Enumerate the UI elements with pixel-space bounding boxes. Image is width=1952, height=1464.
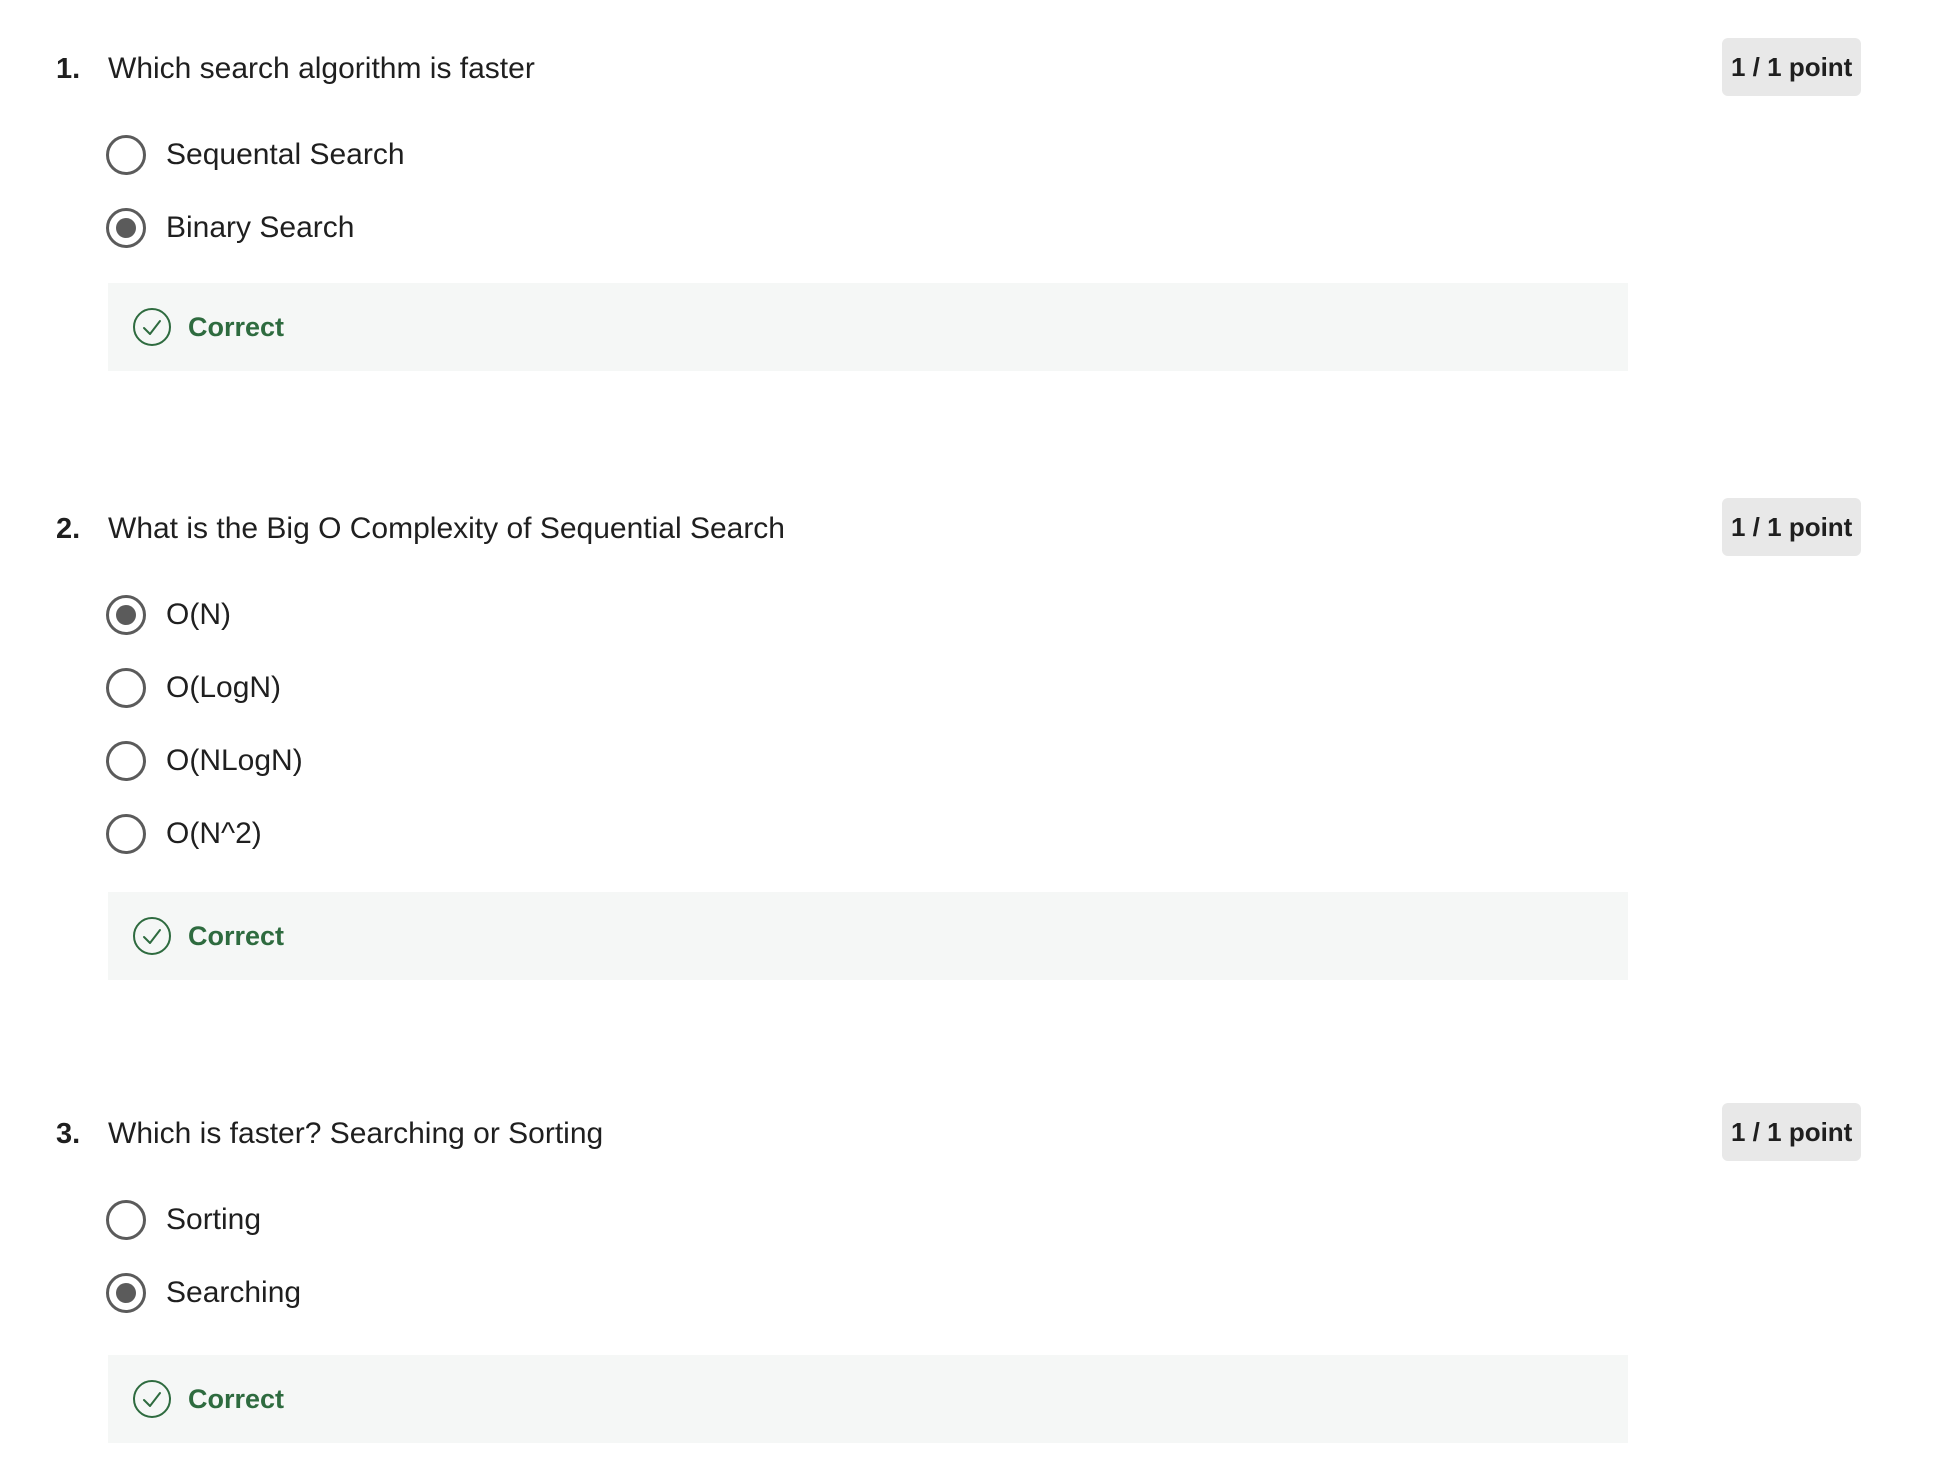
- option-label: O(LogN): [166, 670, 282, 704]
- quiz-results: 1. Which search algorithm is faster 1 / …: [0, 0, 1952, 1464]
- check-circle-icon: [133, 308, 171, 346]
- feedback-text: Correct: [188, 312, 285, 342]
- question-number: 2.: [56, 513, 81, 545]
- answer-option[interactable]: Sorting: [106, 1183, 301, 1256]
- check-circle-icon: [133, 917, 171, 955]
- radio-button[interactable]: [106, 667, 146, 708]
- answer-option[interactable]: O(N^2): [106, 797, 303, 870]
- radio-button-selected[interactable]: [106, 207, 146, 248]
- answer-options: O(N) O(LogN) O(NLogN) O(N^2): [106, 578, 303, 870]
- feedback-correct: Correct: [108, 283, 1628, 371]
- answer-option[interactable]: O(NLogN): [106, 724, 303, 797]
- answer-option[interactable]: Searching: [106, 1256, 301, 1329]
- answer-option[interactable]: O(N): [106, 578, 303, 651]
- answer-options: Sequental Search Binary Search: [106, 118, 405, 264]
- option-label: O(N): [166, 597, 231, 631]
- question-text: Which is faster? Searching or Sorting: [108, 1117, 604, 1150]
- answer-option[interactable]: Binary Search: [106, 191, 405, 264]
- answer-options: Sorting Searching: [106, 1183, 301, 1329]
- feedback-correct: Correct: [108, 1355, 1628, 1443]
- question-number: 1.: [56, 53, 81, 85]
- feedback-correct: Correct: [108, 892, 1628, 980]
- option-label: O(N^2): [166, 816, 262, 850]
- feedback-text: Correct: [188, 1384, 285, 1414]
- radio-button[interactable]: [106, 813, 146, 854]
- feedback-text: Correct: [188, 921, 285, 951]
- points-badge: 1 / 1 point: [1722, 1103, 1862, 1161]
- points-badge: 1 / 1 point: [1722, 38, 1862, 96]
- option-label: Sorting: [166, 1202, 262, 1236]
- question-text: What is the Big O Complexity of Sequenti…: [108, 512, 785, 545]
- option-label: O(NLogN): [166, 743, 303, 777]
- check-circle-icon: [133, 1380, 171, 1418]
- points-badge: 1 / 1 point: [1722, 498, 1862, 556]
- radio-button-selected[interactable]: [106, 594, 146, 635]
- radio-button[interactable]: [106, 740, 146, 781]
- question-text: Which search algorithm is faster: [108, 52, 535, 85]
- radio-button[interactable]: [106, 1199, 146, 1240]
- option-label: Binary Search: [166, 210, 355, 244]
- radio-button[interactable]: [106, 134, 146, 175]
- answer-option[interactable]: Sequental Search: [106, 118, 405, 191]
- option-label: Searching: [166, 1275, 302, 1309]
- radio-button-selected[interactable]: [106, 1272, 146, 1313]
- question-number: 3.: [56, 1118, 81, 1150]
- answer-option[interactable]: O(LogN): [106, 651, 303, 724]
- option-label: Sequental Search: [166, 137, 405, 171]
